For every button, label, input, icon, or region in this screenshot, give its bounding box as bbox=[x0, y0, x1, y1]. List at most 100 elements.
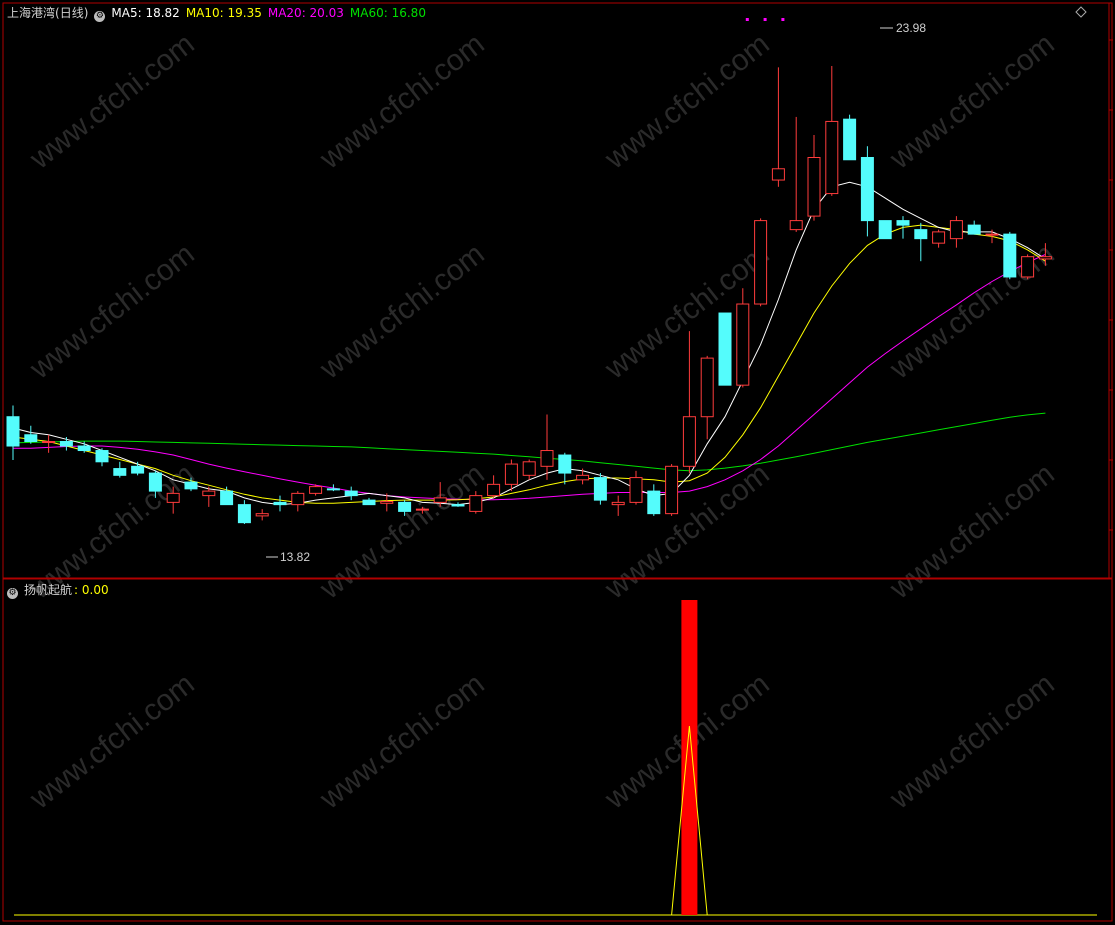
watermark-text: www.cfchi.com bbox=[883, 667, 1060, 816]
watermark-layer: www.cfchi.com www.cfchi.com www.cfchi.com w… bbox=[23, 27, 1060, 816]
candle-body bbox=[967, 224, 981, 235]
indicator-gear-icon[interactable]: ⚙ bbox=[7, 588, 18, 599]
candle bbox=[789, 116, 803, 232]
indicator-header: ⚙ 扬帆起航: 0.00 bbox=[7, 581, 115, 599]
watermark-text: www.cfchi.com bbox=[598, 27, 775, 176]
candle bbox=[362, 497, 376, 506]
candle bbox=[825, 65, 839, 196]
candle bbox=[1021, 254, 1035, 280]
candlestick-series bbox=[6, 65, 1052, 525]
candle-body bbox=[24, 434, 38, 443]
candle bbox=[932, 229, 946, 248]
main-chart-header: 上海港湾(日线) ⚙ MA5: 18.82 MA10: 19.35 MA20: 20.0… bbox=[7, 4, 432, 22]
candle bbox=[273, 495, 287, 512]
candle-body bbox=[255, 513, 269, 517]
candle bbox=[611, 495, 625, 516]
candle-body bbox=[576, 474, 590, 481]
indicator-value: : 0.00 bbox=[74, 583, 109, 597]
candle-body bbox=[291, 492, 305, 506]
watermark-text: www.cfchi.com bbox=[23, 237, 200, 386]
candle bbox=[220, 486, 234, 506]
watermark-text: www.cfchi.com bbox=[313, 457, 490, 606]
candle-body bbox=[843, 118, 857, 161]
watermark-text: www.cfchi.com bbox=[313, 27, 490, 176]
candle-body bbox=[682, 416, 696, 467]
candle bbox=[700, 355, 714, 440]
candle-body bbox=[522, 461, 536, 476]
candle bbox=[255, 509, 269, 521]
candle-body bbox=[558, 454, 572, 474]
candle-body bbox=[6, 416, 20, 447]
high-price-label: 23.98 bbox=[896, 21, 926, 35]
marker-dot bbox=[781, 18, 785, 21]
candle-body bbox=[1038, 256, 1052, 260]
marker-dot bbox=[763, 18, 767, 21]
candle-body bbox=[237, 504, 251, 524]
marker-dot bbox=[745, 18, 749, 21]
candle bbox=[807, 134, 821, 221]
candle-body bbox=[807, 157, 821, 217]
period-label: (日线) bbox=[55, 6, 89, 20]
candle-body bbox=[896, 220, 910, 226]
candle-body bbox=[914, 229, 928, 240]
ma60-label: MA60: 16.80 bbox=[349, 6, 426, 20]
candle-body bbox=[665, 465, 679, 515]
candle bbox=[576, 468, 590, 485]
candle bbox=[914, 222, 928, 262]
chart-canvas: www.cfchi.com www.cfchi.com www.cfchi.com w… bbox=[2, 2, 1113, 922]
candle bbox=[878, 220, 892, 240]
candle bbox=[237, 500, 251, 525]
candle-body bbox=[273, 501, 287, 506]
stock-name: 上海港湾 bbox=[7, 6, 56, 20]
candle-body bbox=[754, 220, 768, 305]
candle-body bbox=[932, 231, 946, 244]
candle-body bbox=[148, 472, 162, 492]
candle-body bbox=[985, 233, 999, 236]
candle-body bbox=[611, 501, 625, 506]
candle-body bbox=[451, 504, 465, 507]
settings-gear-icon[interactable]: ⚙ bbox=[94, 11, 106, 22]
candle-body bbox=[344, 490, 358, 497]
candle bbox=[896, 216, 910, 239]
candle bbox=[1003, 231, 1017, 280]
top-markers bbox=[745, 18, 785, 21]
candle bbox=[24, 425, 38, 444]
expand-diamond-icon[interactable] bbox=[1075, 6, 1087, 18]
candle bbox=[860, 146, 874, 237]
candle bbox=[540, 414, 554, 480]
candle-body bbox=[1021, 256, 1035, 278]
candle bbox=[665, 464, 679, 516]
candle bbox=[736, 288, 750, 388]
candle-body bbox=[718, 312, 732, 386]
candle-body bbox=[166, 492, 180, 503]
watermark-text: www.cfchi.com bbox=[313, 667, 490, 816]
candle-body bbox=[1003, 233, 1017, 278]
candle bbox=[682, 331, 696, 474]
watermark-text: www.cfchi.com bbox=[598, 457, 775, 606]
candle bbox=[967, 220, 981, 235]
candle-body bbox=[540, 450, 554, 467]
candle-body bbox=[771, 168, 785, 181]
low-price-label: 13.82 bbox=[280, 550, 310, 564]
candle-body bbox=[77, 445, 91, 452]
candle-body bbox=[647, 490, 661, 515]
candle-body bbox=[220, 490, 234, 506]
candle-body bbox=[380, 500, 394, 504]
candle-body bbox=[398, 501, 412, 512]
candle-body bbox=[949, 220, 963, 240]
candle-body bbox=[504, 463, 518, 485]
candle-body bbox=[184, 481, 198, 490]
watermark-text: www.cfchi.com bbox=[883, 457, 1060, 606]
watermark-text: www.cfchi.com bbox=[883, 27, 1060, 176]
candle-body bbox=[825, 120, 839, 195]
ma10-label: MA10: 19.35 bbox=[185, 6, 262, 20]
candle-body bbox=[860, 157, 874, 222]
candle-body bbox=[202, 490, 216, 497]
candle bbox=[647, 484, 661, 516]
candle-body bbox=[593, 477, 607, 501]
candle bbox=[291, 491, 305, 512]
candle bbox=[6, 405, 20, 460]
candle bbox=[754, 218, 768, 307]
candle-body bbox=[362, 499, 376, 506]
candle bbox=[113, 461, 127, 478]
